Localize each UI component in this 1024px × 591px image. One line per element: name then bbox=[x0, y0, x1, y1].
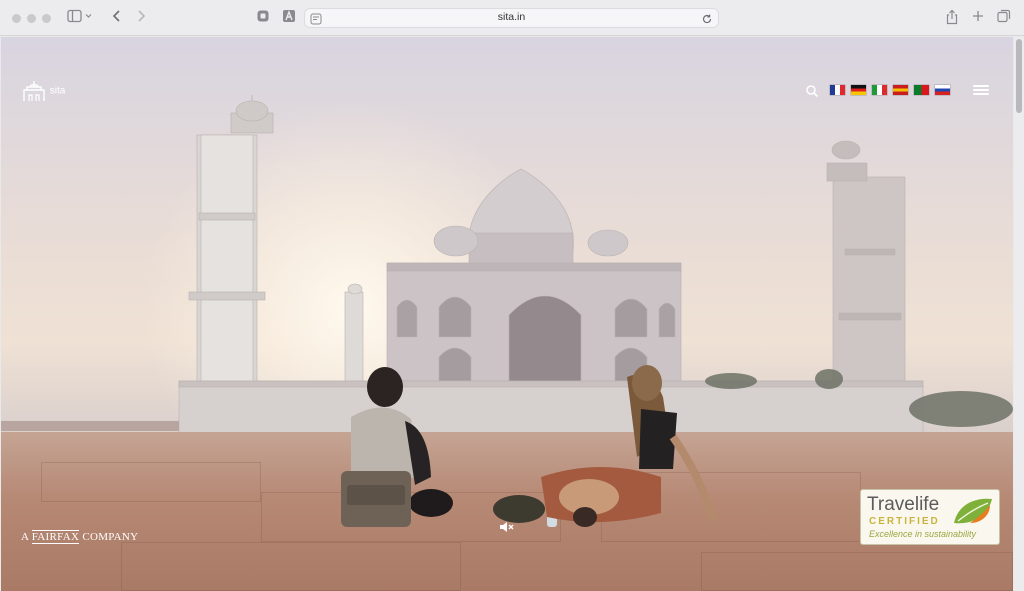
flag-es-icon[interactable] bbox=[893, 85, 908, 95]
tab-overview-icon[interactable] bbox=[996, 9, 1012, 27]
zoom-window-button[interactable] bbox=[42, 14, 51, 23]
flag-fr-icon[interactable] bbox=[830, 85, 845, 95]
privacy-shield-icon[interactable] bbox=[255, 9, 271, 27]
flag-de-icon[interactable] bbox=[851, 85, 866, 95]
fairfax-company-tagline: A FAIRFAX COMPANY bbox=[21, 530, 139, 544]
address-bar[interactable]: sita.in bbox=[304, 8, 719, 28]
flag-it-icon[interactable] bbox=[872, 85, 887, 95]
hamburger-menu-icon[interactable] bbox=[973, 85, 989, 97]
scrollbar-thumb[interactable] bbox=[1016, 39, 1022, 113]
flag-ru-icon[interactable] bbox=[935, 85, 950, 95]
search-icon[interactable] bbox=[805, 84, 819, 98]
speaker-muted-icon[interactable] bbox=[498, 519, 514, 535]
extension-a-icon[interactable] bbox=[281, 9, 297, 27]
forward-icon[interactable] bbox=[134, 9, 148, 27]
flag-pt-icon[interactable] bbox=[914, 85, 929, 95]
travelife-certified: CERTIFIED bbox=[869, 516, 940, 527]
reload-icon[interactable] bbox=[701, 12, 713, 30]
leaf-icon bbox=[954, 498, 992, 524]
logo-text: sita bbox=[49, 85, 66, 97]
back-icon[interactable] bbox=[110, 9, 124, 27]
close-window-button[interactable] bbox=[12, 14, 21, 23]
travelife-tagline: Excellence in sustainability bbox=[869, 529, 977, 539]
new-tab-icon[interactable] bbox=[970, 9, 986, 27]
sita-logo[interactable]: sita bbox=[21, 79, 65, 103]
sidebar-toggle-icon[interactable] bbox=[66, 9, 94, 27]
url-text: sita.in bbox=[497, 11, 526, 23]
fairfax-brand: FAIRFAX bbox=[31, 530, 80, 544]
hero-video[interactable]: sita A FAIRFAX COMPANY Travelife CERTIFI… bbox=[1, 37, 1013, 591]
travelife-brand: Travelife bbox=[867, 494, 940, 515]
sita-logo-icon bbox=[23, 81, 45, 101]
language-switcher bbox=[830, 85, 950, 95]
fairfax-suffix: COMPANY bbox=[82, 531, 139, 543]
fairfax-prefix: A bbox=[21, 531, 29, 543]
share-icon[interactable] bbox=[944, 9, 960, 27]
page-scrollbar[interactable] bbox=[1014, 37, 1024, 591]
browser-toolbar: sita.in bbox=[0, 0, 1024, 36]
travelife-certified-badge[interactable]: Travelife CERTIFIED Excellence in sustai… bbox=[860, 489, 1000, 545]
minimize-window-button[interactable] bbox=[27, 14, 36, 23]
